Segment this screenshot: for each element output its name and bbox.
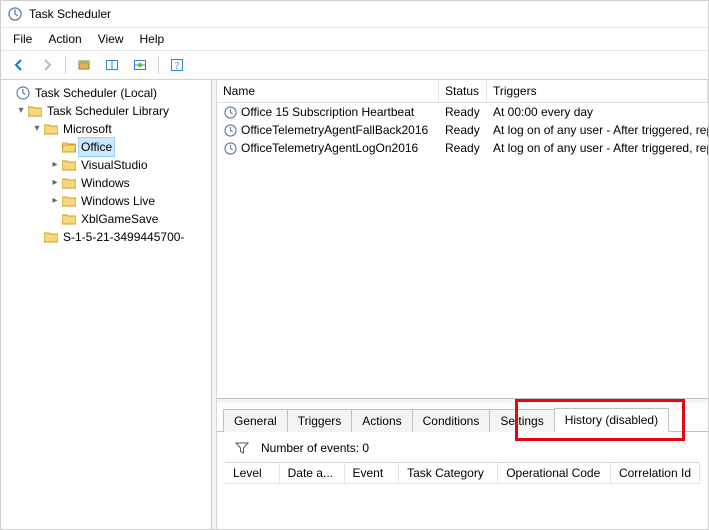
tab-history[interactable]: History (disabled) <box>554 408 669 432</box>
hcol-date[interactable]: Date a... <box>280 463 345 483</box>
task-row[interactable]: Office 15 Subscription Heartbeat Ready A… <box>217 103 708 121</box>
tree-label: Microsoft <box>61 120 114 138</box>
window-title: Task Scheduler <box>29 7 111 21</box>
forward-button[interactable] <box>35 53 59 77</box>
clock-icon <box>223 141 237 155</box>
tree-windowslive[interactable]: ▸ Windows Live <box>3 192 211 210</box>
task-name: OfficeTelemetryAgentFallBack2016 <box>241 123 428 137</box>
col-name[interactable]: Name <box>217 80 439 102</box>
folder-icon <box>61 213 77 225</box>
folder-icon <box>43 231 59 243</box>
hcol-category[interactable]: Task Category <box>399 463 498 483</box>
tree-label: Office <box>79 138 114 156</box>
folder-icon <box>43 123 59 135</box>
titlebar: Task Scheduler <box>1 1 708 28</box>
menu-file[interactable]: File <box>5 30 40 48</box>
detail-tabs: General Triggers Actions Conditions Sett… <box>217 403 708 432</box>
task-triggers: At log on of any user - After triggered,… <box>487 123 708 137</box>
tree-pane: Task Scheduler (Local) ▾ Task Scheduler … <box>1 80 212 529</box>
toolbar-separator <box>158 56 159 74</box>
task-list-header: Name Status Triggers <box>217 80 708 103</box>
tree-label: VisualStudio <box>79 156 150 174</box>
tab-settings[interactable]: Settings <box>489 409 554 432</box>
svg-text:?: ? <box>175 61 180 72</box>
clock-icon <box>15 86 31 100</box>
tab-general[interactable]: General <box>223 409 288 432</box>
clock-icon <box>223 105 237 119</box>
menu-action[interactable]: Action <box>40 30 89 48</box>
hcol-event[interactable]: Event <box>345 463 400 483</box>
toolbar-button-1[interactable] <box>72 53 96 77</box>
clock-icon <box>223 123 237 137</box>
tree-label: Windows Live <box>79 192 157 210</box>
toolbar-button-2[interactable] <box>100 53 124 77</box>
tree-label: S-1-5-21-3499445700- <box>61 228 186 246</box>
menubar: File Action View Help <box>1 28 708 51</box>
tree-library[interactable]: ▾ Task Scheduler Library <box>3 102 211 120</box>
toolbar-separator <box>65 56 66 74</box>
expand-icon[interactable]: ▸ <box>49 192 61 210</box>
tree-visualstudio[interactable]: ▸ VisualStudio <box>3 156 211 174</box>
tab-conditions[interactable]: Conditions <box>412 409 491 432</box>
folder-icon <box>27 105 43 117</box>
task-name: Office 15 Subscription Heartbeat <box>241 105 414 119</box>
back-button[interactable] <box>7 53 31 77</box>
col-triggers[interactable]: Triggers <box>487 80 708 102</box>
folder-icon <box>61 177 77 189</box>
hcol-corr[interactable]: Correlation Id <box>611 463 700 483</box>
expand-icon[interactable]: ▸ <box>49 174 61 192</box>
detail-pane: General Triggers Actions Conditions Sett… <box>217 399 708 529</box>
right-pane: Name Status Triggers Office 15 Subscript… <box>217 80 708 529</box>
events-count-label: Number of events: 0 <box>261 441 369 455</box>
tree-office[interactable]: Office <box>3 138 211 156</box>
tree-label: Task Scheduler Library <box>45 102 171 120</box>
expand-icon[interactable]: ▾ <box>15 102 27 120</box>
task-status: Ready <box>439 123 487 137</box>
task-row[interactable]: OfficeTelemetryAgentFallBack2016 Ready A… <box>217 121 708 139</box>
task-row[interactable]: OfficeTelemetryAgentLogOn2016 Ready At l… <box>217 139 708 157</box>
tab-triggers[interactable]: Triggers <box>287 409 353 432</box>
tree-microsoft[interactable]: ▾ Microsoft <box>3 120 211 138</box>
task-status: Ready <box>439 141 487 155</box>
tree-label: Task Scheduler (Local) <box>33 84 159 102</box>
tree-xblgamesave[interactable]: XblGameSave <box>3 210 211 228</box>
toolbar: ? <box>1 51 708 80</box>
expand-icon[interactable]: ▸ <box>49 156 61 174</box>
history-columns: Level Date a... Event Task Category Oper… <box>225 462 700 484</box>
task-list: Name Status Triggers Office 15 Subscript… <box>217 80 708 399</box>
tree-label: Windows <box>79 174 132 192</box>
task-triggers: At log on of any user - After triggered,… <box>487 141 708 155</box>
col-status[interactable]: Status <box>439 80 487 102</box>
tree-windows[interactable]: ▸ Windows <box>3 174 211 192</box>
task-triggers: At 00:00 every day <box>487 105 708 119</box>
toolbar-button-3[interactable] <box>128 53 152 77</box>
filter-icon[interactable] <box>233 440 251 456</box>
tab-actions[interactable]: Actions <box>351 409 412 432</box>
clock-icon <box>7 6 23 22</box>
expand-icon[interactable]: ▾ <box>31 120 43 138</box>
task-status: Ready <box>439 105 487 119</box>
menu-help[interactable]: Help <box>132 30 173 48</box>
help-button[interactable]: ? <box>165 53 189 77</box>
hcol-level[interactable]: Level <box>225 463 280 483</box>
tab-history-content: Number of events: 0 Level Date a... Even… <box>217 432 708 529</box>
tree-sid[interactable]: S-1-5-21-3499445700- <box>3 228 211 246</box>
folder-icon <box>61 195 77 207</box>
body: Task Scheduler (Local) ▾ Task Scheduler … <box>1 80 708 529</box>
menu-view[interactable]: View <box>90 30 132 48</box>
task-name: OfficeTelemetryAgentLogOn2016 <box>241 141 418 155</box>
folder-open-icon <box>61 141 77 153</box>
task-scheduler-window: Task Scheduler File Action View Help ? <box>0 0 709 530</box>
hcol-opcode[interactable]: Operational Code <box>498 463 611 483</box>
tree-label: XblGameSave <box>79 210 160 228</box>
tree-root[interactable]: Task Scheduler (Local) <box>3 84 211 102</box>
folder-icon <box>61 159 77 171</box>
